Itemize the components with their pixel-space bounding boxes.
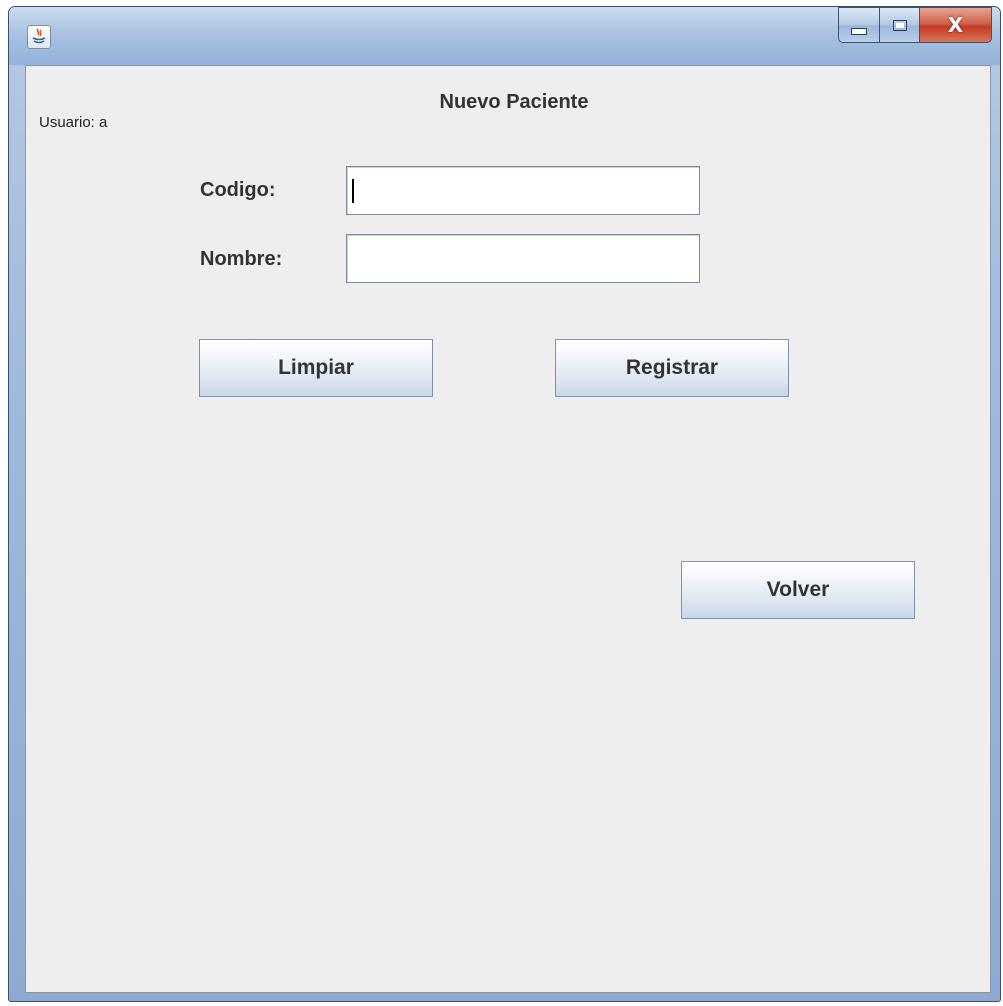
window-controls: X: [838, 7, 992, 43]
form-panel: Nuevo Paciente Usuario: a Codigo: Nombre…: [25, 65, 991, 993]
user-label: Usuario: a: [39, 114, 108, 131]
app-window: X Nuevo Paciente Usuario: a Codigo: Nomb…: [8, 6, 1001, 1002]
java-coffee-cup-icon[interactable]: [27, 25, 51, 49]
limpiar-button[interactable]: Limpiar: [199, 339, 433, 397]
close-icon: X: [947, 13, 964, 37]
nombre-field[interactable]: [346, 234, 700, 283]
codigo-field[interactable]: [346, 166, 700, 215]
page-title: Nuevo Paciente: [439, 91, 589, 113]
nombre-label: Nombre:: [200, 248, 283, 270]
maximize-button[interactable]: [880, 7, 920, 43]
minimize-icon: [851, 27, 867, 35]
title-bar[interactable]: X: [9, 7, 1000, 65]
volver-button[interactable]: Volver: [681, 561, 915, 619]
text-caret: [352, 179, 354, 203]
codigo-label: Codigo:: [200, 179, 276, 201]
registrar-button[interactable]: Registrar: [555, 339, 789, 397]
minimize-button[interactable]: [838, 7, 880, 43]
close-button[interactable]: X: [920, 7, 992, 43]
maximize-icon: [892, 19, 907, 31]
